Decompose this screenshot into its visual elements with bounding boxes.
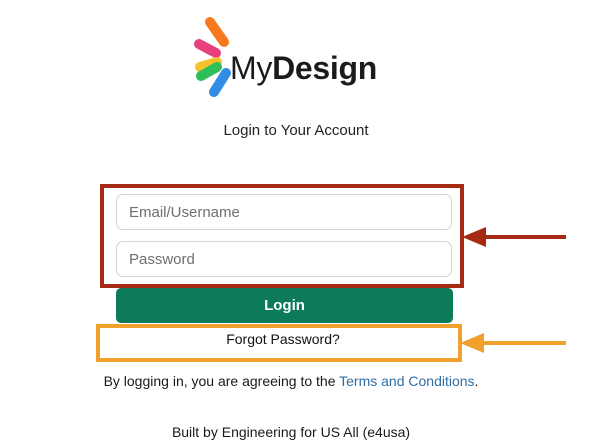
footer-credit: Built by Engineering for US All (e4usa) (171, 424, 411, 440)
login-button[interactable]: Login (116, 288, 453, 323)
agreement-suffix: . (474, 373, 479, 389)
forgot-password-link[interactable]: Forgot Password? (100, 331, 466, 347)
page-title: Login to Your Account (223, 122, 369, 139)
password-input[interactable] (116, 241, 452, 277)
logo-wordmark: MyDesign (230, 52, 377, 84)
logo-petal-orange (205, 17, 229, 47)
mydesign-logo: MyDesign (192, 14, 392, 100)
terms-and-conditions-link[interactable]: Terms and Conditions (339, 373, 474, 389)
agreement-prefix: By logging in, you are agreeing to the (103, 373, 340, 389)
email-username-input[interactable] (116, 194, 452, 230)
logo-wordmark-my: My (230, 50, 273, 86)
orange-pointer-arrow-icon (460, 333, 566, 353)
logo-petal-pink (194, 39, 221, 58)
red-pointer-arrow-icon (462, 227, 566, 247)
logo-petal-blue (209, 68, 231, 97)
logo-wordmark-design: Design (272, 50, 377, 86)
terms-agreement-text: By logging in, you are agreeing to the T… (0, 373, 582, 389)
